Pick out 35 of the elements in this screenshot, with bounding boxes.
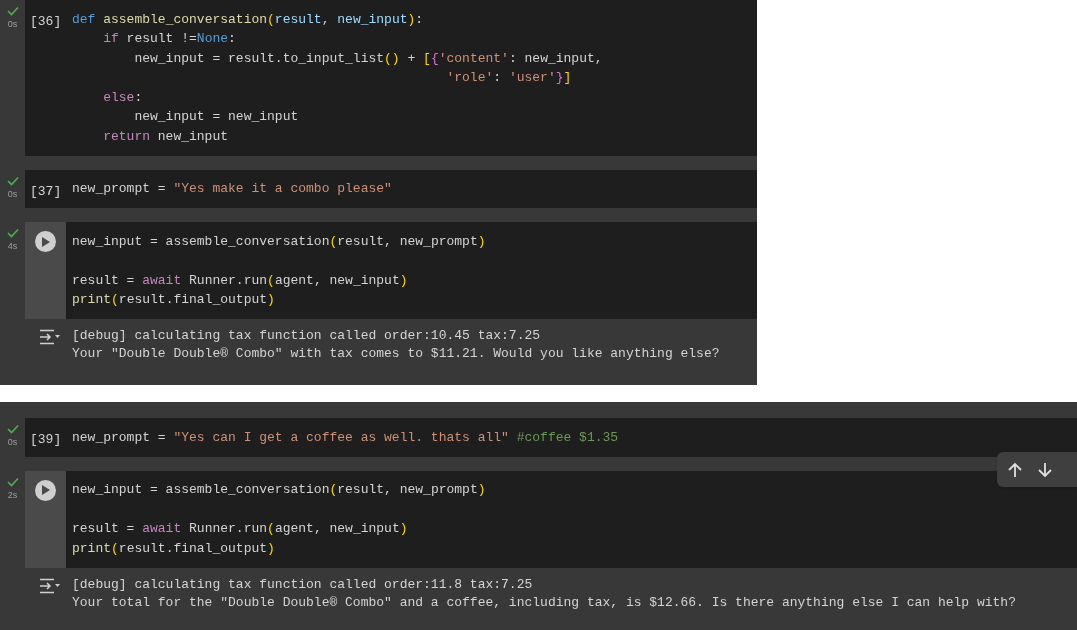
code-line: print(result.final_output) <box>72 291 275 309</box>
run-time: 0s <box>7 437 18 447</box>
run-button[interactable] <box>35 231 56 252</box>
execution-count: [37] <box>30 183 62 199</box>
code-line: return new_input <box>102 127 229 146</box>
execution-count: [39] <box>30 432 62 447</box>
code-line: def assemble_conversation(result, new_input): <box>72 10 424 29</box>
play-icon <box>41 236 50 247</box>
code-line: new_input = result.to_input_list() + [{'content': new_input, <box>133 49 603 68</box>
run-time: 4s <box>7 241 18 251</box>
output-line: [debug] calculating tax function called order:10.45 tax:7.25 <box>72 327 541 345</box>
execution-count: [36] <box>30 14 62 29</box>
output-toggle-icon[interactable] <box>38 577 61 594</box>
run-button[interactable] <box>35 479 56 501</box>
code-line: result = await Runner.run(agent, new_input) <box>72 520 408 538</box>
output-toggle-icon[interactable] <box>38 329 61 345</box>
code-line: if result !=None: <box>102 30 236 48</box>
code-line: print(result.final_output) <box>72 539 275 558</box>
code-line: new_prompt = "Yes make it a combo please" <box>72 180 392 198</box>
play-icon <box>41 485 50 495</box>
run-time: 0s <box>7 19 18 29</box>
code-line: 'role': 'user'}] <box>445 69 572 87</box>
code-line: new_input = new_input <box>133 108 299 126</box>
move-up-icon[interactable] <box>1007 461 1023 478</box>
output-line: Your total for the "Double Double® Combo" and a coffee, including tax, is $12.66. Is there anything else I can help with? <box>72 593 1016 612</box>
code-line: result = await Runner.run(agent, new_input) <box>72 271 408 290</box>
output-line: [debug] calculating tax function called order:11.8 tax:7.25 <box>72 575 533 594</box>
output-line: Your "Double Double® Combo" with tax comes to $11.21. Would you like anything else? <box>72 345 720 363</box>
run-time: 2s <box>7 489 18 500</box>
run-time: 0s <box>7 188 18 199</box>
code-line: new_input = assemble_conversation(result, new_prompt) <box>72 232 486 251</box>
code-line: new_input = assemble_conversation(result, new_prompt) <box>72 481 486 499</box>
code-line: else: <box>102 88 143 107</box>
code-line: new_prompt = "Yes can I get a coffee as well. thats all" #coffee $1.35 <box>72 428 619 447</box>
move-down-icon[interactable] <box>1037 461 1053 478</box>
